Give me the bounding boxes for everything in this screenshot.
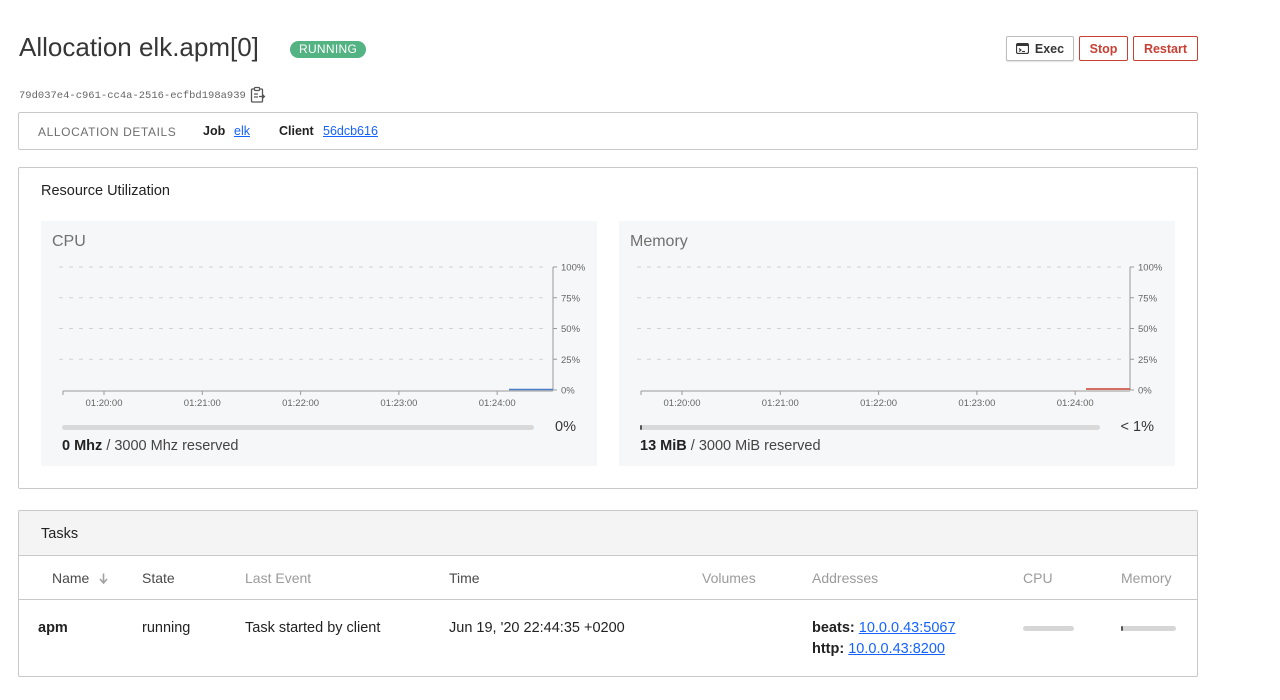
- job-label: Job: [203, 124, 226, 138]
- cpu-card: CPU 100% 75% 50% 25% 0% 01:20:00 01:21:00 01:22…: [41, 221, 597, 466]
- x-tick-label: 01:24:00: [1057, 398, 1094, 409]
- exec-button-label: Exec: [1034, 41, 1065, 56]
- page-title: Allocation elk.apm[0]: [19, 32, 259, 62]
- memory-reserved: / 3000 MiB reserved: [690, 438, 821, 454]
- exec-button[interactable]: Exec: [1006, 36, 1074, 61]
- column-cpu: CPU: [1023, 570, 1053, 586]
- tasks-panel: Tasks Name State Last Event Time Volumes…: [18, 510, 1198, 677]
- memory-usage-track: [640, 425, 1100, 430]
- task-address-http: http: 10.0.0.43:8200: [812, 641, 945, 657]
- client-label: Client: [279, 124, 314, 138]
- y-tick-label: 25%: [1138, 355, 1158, 366]
- sort-down-icon: [99, 571, 108, 587]
- x-tick-label: 01:24:00: [479, 398, 516, 409]
- y-tick-label: 75%: [1138, 293, 1158, 304]
- copy-to-clipboard-button[interactable]: [249, 86, 267, 104]
- cpu-chart: 100% 75% 50% 25% 0% 01:20:00 01:21:00 01:22:00 0…: [59, 263, 586, 409]
- y-tick-label: 0%: [561, 386, 575, 397]
- resource-utilization-heading: Resource Utilization: [41, 183, 170, 199]
- table-row[interactable]: apm running Task started by client Jun 1…: [19, 600, 1197, 676]
- task-last-event: Task started by client: [245, 620, 381, 636]
- x-tick-label: 01:21:00: [762, 398, 799, 409]
- task-memory-bar: [1121, 626, 1176, 631]
- stop-button[interactable]: Stop: [1079, 36, 1128, 61]
- tasks-heading: Tasks: [41, 526, 79, 542]
- cpu-summary: 0 Mhz / 3000 Mhz reserved: [62, 438, 239, 454]
- y-tick-label: 0%: [1138, 386, 1152, 397]
- cpu-reserved: / 3000 Mhz reserved: [106, 438, 239, 454]
- allocation-details-bar: ALLOCATION DETAILS Job elk Client 56dcb6…: [18, 112, 1198, 150]
- address-link[interactable]: 10.0.0.43:8200: [848, 641, 945, 657]
- tasks-table-header: Name State Last Event Time Volumes Addre…: [19, 556, 1197, 600]
- cpu-used: 0 Mhz: [62, 438, 103, 454]
- column-addresses: Addresses: [812, 570, 879, 586]
- x-tick-label: 01:23:00: [380, 398, 417, 409]
- memory-usage-fill: [640, 425, 642, 430]
- column-memory: Memory: [1121, 570, 1172, 586]
- memory-chart: 100% 75% 50% 25% 0% 01:20:00 01:21:00 01:22:00 0…: [637, 263, 1163, 409]
- column-name[interactable]: Name: [52, 570, 108, 587]
- cpu-usage-track: [62, 425, 534, 430]
- y-tick-label: 25%: [561, 355, 581, 366]
- y-tick-label: 50%: [1138, 324, 1158, 335]
- y-tick-label: 75%: [561, 293, 581, 304]
- column-name-label: Name: [52, 570, 90, 586]
- x-tick-label: 01:22:00: [860, 398, 897, 409]
- y-tick-label: 100%: [561, 263, 586, 274]
- x-tick-label: 01:21:00: [184, 398, 221, 409]
- tasks-header: Tasks: [19, 511, 1197, 556]
- memory-summary: 13 MiB / 3000 MiB reserved: [640, 438, 821, 454]
- memory-used: 13 MiB: [640, 438, 687, 454]
- task-time: Jun 19, '20 22:44:35 +0200: [449, 620, 625, 636]
- x-tick-label: 01:23:00: [958, 398, 995, 409]
- status-badge: RUNNING: [290, 41, 367, 58]
- client-link[interactable]: 56dcb616: [323, 124, 378, 138]
- allocation-id: 79d037e4-c961-cc4a-2516-ecfbd198a939: [19, 90, 246, 102]
- memory-percent: < 1%: [1120, 419, 1154, 435]
- address-link[interactable]: 10.0.0.43:5067: [859, 620, 956, 636]
- task-address-beats: beats: 10.0.0.43:5067: [812, 620, 956, 636]
- y-tick-label: 50%: [561, 324, 581, 335]
- cpu-percent: 0%: [555, 419, 576, 435]
- task-state: running: [142, 620, 191, 636]
- restart-button[interactable]: Restart: [1133, 36, 1198, 61]
- column-state[interactable]: State: [142, 570, 175, 586]
- clipboard-icon: [250, 86, 266, 103]
- allocation-details-heading: ALLOCATION DETAILS: [38, 125, 177, 139]
- terminal-icon: [1015, 43, 1029, 54]
- memory-card: Memory 100% 75% 50% 25% 0% 01:20:00 01:21:00 01…: [619, 221, 1175, 466]
- resource-utilization-panel: Resource Utilization CPU 100% 75% 50% 25% 0%…: [18, 167, 1198, 489]
- x-tick-label: 01:20:00: [664, 398, 701, 409]
- task-memory-fill: [1121, 626, 1123, 631]
- column-time[interactable]: Time: [449, 570, 480, 586]
- task-name[interactable]: apm: [38, 620, 68, 636]
- x-tick-label: 01:22:00: [282, 398, 319, 409]
- address-label: http:: [812, 641, 845, 657]
- job-link[interactable]: elk: [234, 124, 250, 138]
- address-label: beats:: [812, 620, 855, 636]
- column-volumes: Volumes: [702, 570, 756, 586]
- column-last-event: Last Event: [245, 570, 312, 586]
- x-tick-label: 01:20:00: [86, 398, 123, 409]
- task-cpu-bar: [1023, 626, 1074, 631]
- y-tick-label: 100%: [1138, 263, 1163, 274]
